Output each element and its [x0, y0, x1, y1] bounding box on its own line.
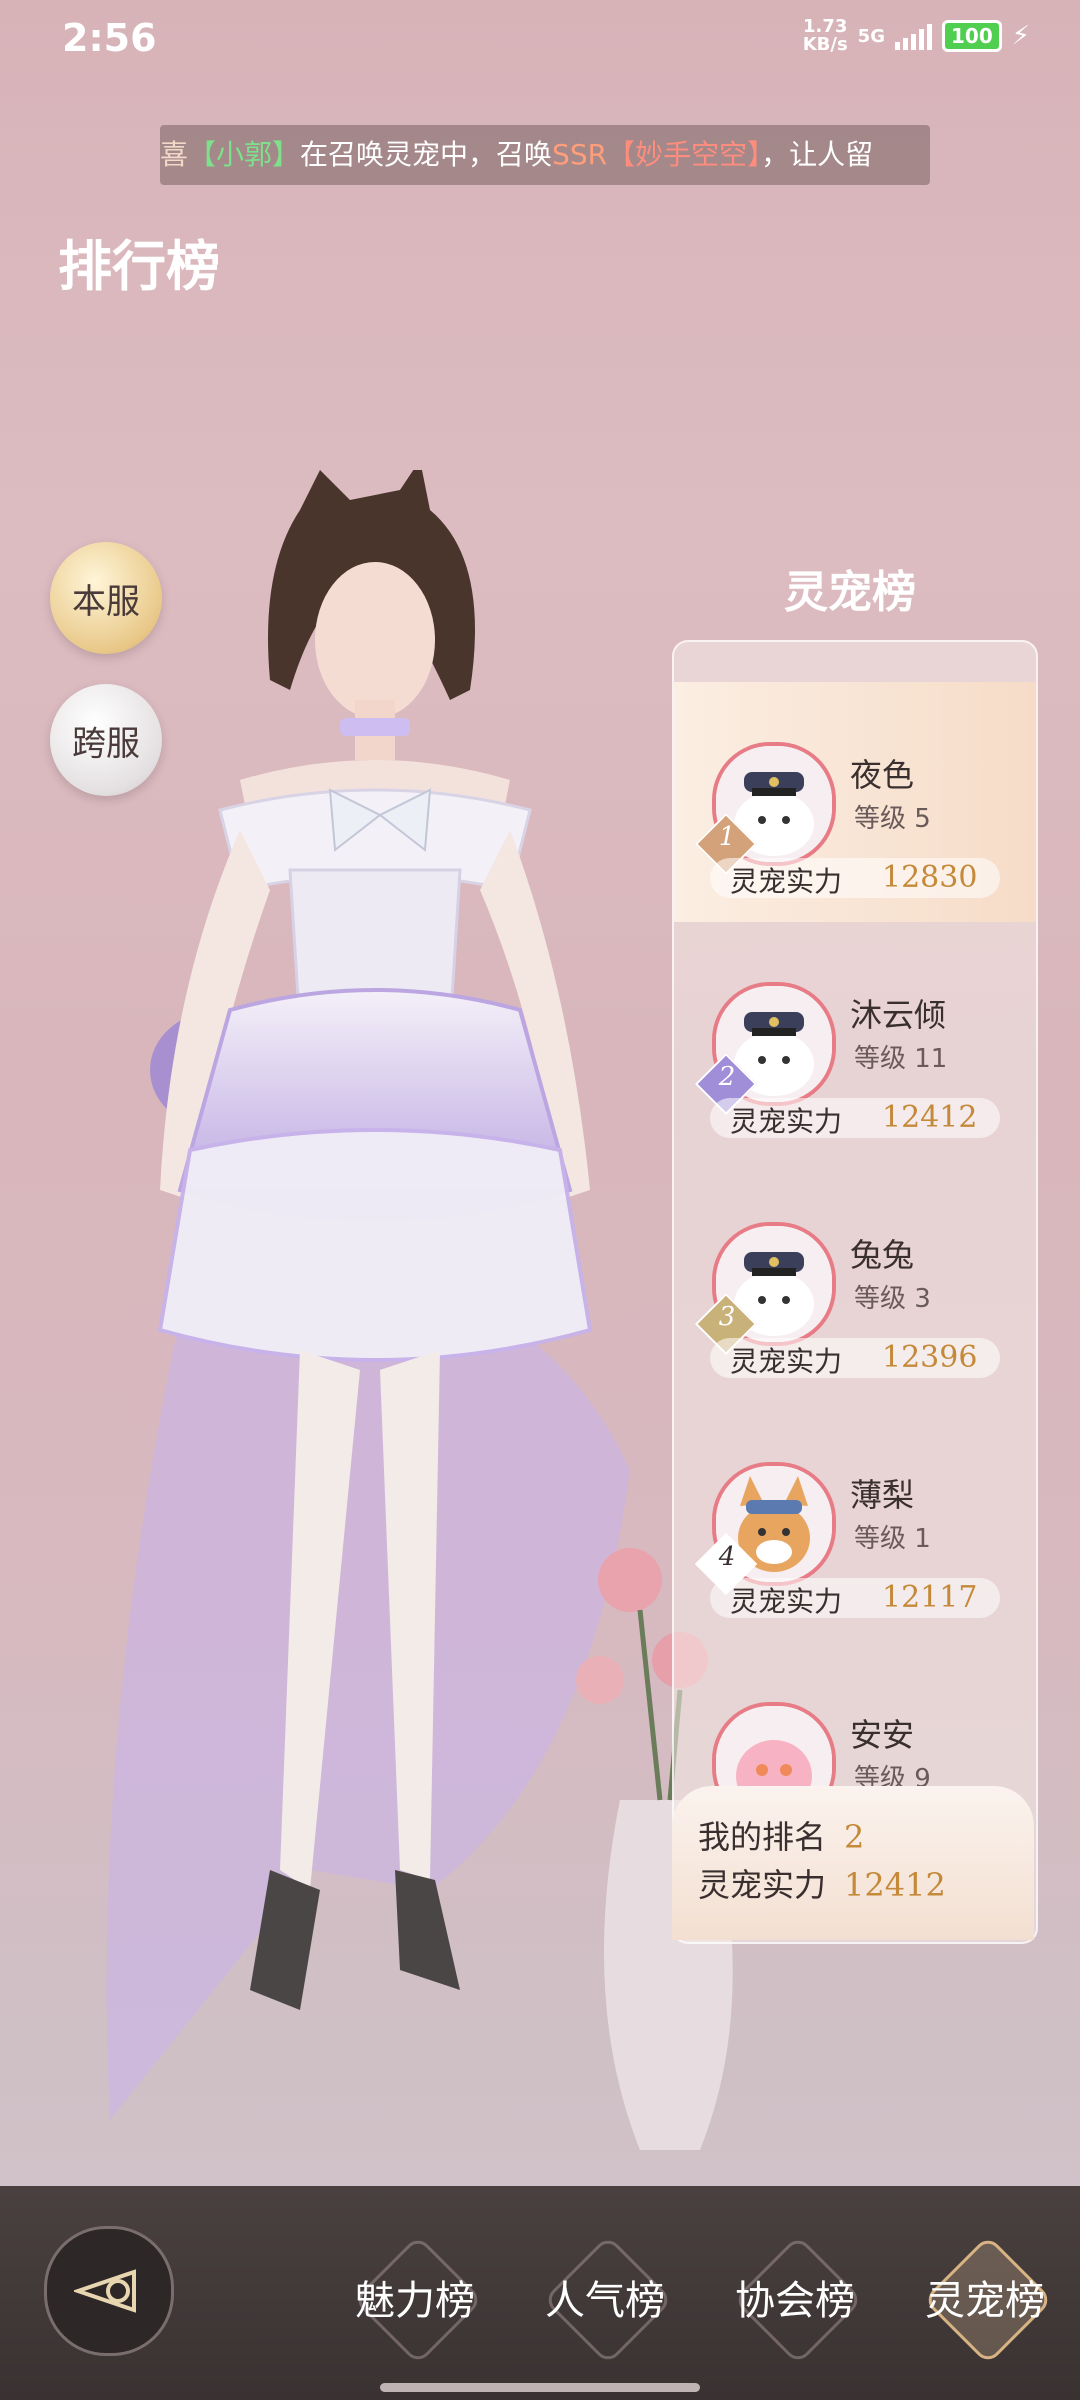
- pet-power-value: 12117: [882, 1580, 978, 1615]
- pet-power-value: 12396: [882, 1340, 978, 1375]
- my-power-row: 灵宠实力 12412: [698, 1860, 946, 1906]
- back-arrow-icon: [74, 2269, 136, 2313]
- leaderboard-title: 灵宠榜: [784, 567, 916, 618]
- my-power-label: 灵宠实力: [698, 1866, 827, 1904]
- tab-popularity[interactable]: 人气榜: [530, 2222, 680, 2372]
- marquee-player: 【小郭】: [188, 138, 301, 171]
- pet-power-label: 灵宠实力: [730, 1345, 843, 1378]
- pet-power-label: 灵宠实力: [730, 865, 843, 898]
- my-rank-row: 我的排名 2: [698, 1812, 864, 1858]
- pet-power-label: 灵宠实力: [730, 1105, 843, 1138]
- page-title: 排行榜: [58, 234, 220, 298]
- leaderboard-row[interactable]: 1 夜色 等级 5 灵宠实力 12830: [674, 682, 1036, 922]
- marquee-pet: 【妙手空空】: [607, 138, 762, 171]
- leaderboard-panel[interactable]: 1 夜色 等级 5 灵宠实力 12830 2 沐云倾 等级 11 灵宠实力 12…: [672, 640, 1038, 1944]
- tab-pet[interactable]: 灵宠榜: [910, 2222, 1060, 2372]
- tab-guild-label: 协会榜: [735, 2278, 855, 2324]
- pet-power-row: 灵宠实力 12412: [710, 1098, 1000, 1138]
- battery-icon: 100: [941, 20, 1002, 52]
- pet-level: 等级 3: [854, 1284, 931, 1314]
- my-power-value: 12412: [844, 1866, 946, 1904]
- announcement-marquee: 喜【小郭】在召唤灵宠中，召唤SSR【妙手空空】，让人留: [160, 125, 930, 185]
- pet-level: 等级 1: [854, 1524, 931, 1554]
- my-rank-panel: 我的排名 2 灵宠实力 12412: [672, 1786, 1034, 1940]
- network-type: 5G: [857, 25, 885, 47]
- pet-power-value: 12412: [882, 1100, 978, 1135]
- tab-popularity-label: 人气榜: [545, 2278, 665, 2324]
- pet-power-value: 12830: [882, 860, 978, 895]
- status-icons: 1.73 KB/s 5G 100 ⚡: [803, 18, 1030, 54]
- tab-charm-label: 魅力榜: [355, 2278, 475, 2324]
- marquee-rarity: SSR: [552, 138, 608, 171]
- pet-level: 等级 5: [854, 804, 931, 834]
- leaderboard-row[interactable]: 4 薄梨 等级 1 灵宠实力 12117: [674, 1402, 1036, 1642]
- player-name: 沐云倾: [850, 996, 947, 1034]
- player-name: 夜色: [850, 756, 915, 794]
- pet-level: 等级 11: [854, 1044, 948, 1074]
- clock: 2:56: [62, 16, 157, 60]
- pet-power-row: 灵宠实力 12396: [710, 1338, 1000, 1378]
- rank-number: 1: [718, 822, 736, 852]
- rank-number: 3: [718, 1302, 736, 1332]
- tab-guild[interactable]: 协会榜: [720, 2222, 870, 2372]
- signal-icon: [894, 22, 932, 50]
- tab-pet-label: 灵宠榜: [925, 2278, 1045, 2324]
- player-name: 安安: [850, 1716, 915, 1754]
- rank-number: 4: [718, 1542, 736, 1572]
- charging-icon: ⚡: [1011, 21, 1030, 51]
- network-speed-unit: KB/s: [802, 34, 848, 55]
- status-bar: 2:56 1.73 KB/s 5G 100 ⚡: [0, 0, 1080, 80]
- leaderboard-row[interactable]: 3 兔兔 等级 3 灵宠实力 12396: [674, 1162, 1036, 1402]
- my-rank-value: 2: [844, 1818, 865, 1856]
- network-speed: 1.73 KB/s: [803, 18, 848, 54]
- player-name: 薄梨: [850, 1476, 915, 1514]
- pet-power-row: 灵宠实力 12117: [710, 1578, 1000, 1618]
- pet-power-label: 灵宠实力: [730, 1585, 843, 1618]
- tab-charm[interactable]: 魅力榜: [340, 2222, 490, 2372]
- marquee-prefix: 喜: [160, 138, 189, 171]
- player-name: 兔兔: [850, 1236, 915, 1274]
- pet-power-row: 灵宠实力 12830: [710, 858, 1000, 898]
- my-rank-label: 我的排名: [698, 1818, 827, 1856]
- back-button[interactable]: [44, 2226, 174, 2356]
- bottom-navigation: 魅力榜 人气榜 协会榜 灵宠榜: [0, 2186, 1080, 2400]
- leaderboard-row[interactable]: 2 沐云倾 等级 11 灵宠实力 12412: [674, 922, 1036, 1162]
- marquee-tail: ，让人留: [761, 138, 874, 171]
- rank-number: 2: [718, 1062, 736, 1092]
- marquee-mid: 在召唤灵宠中，召唤: [300, 138, 553, 171]
- home-indicator[interactable]: [380, 2383, 700, 2392]
